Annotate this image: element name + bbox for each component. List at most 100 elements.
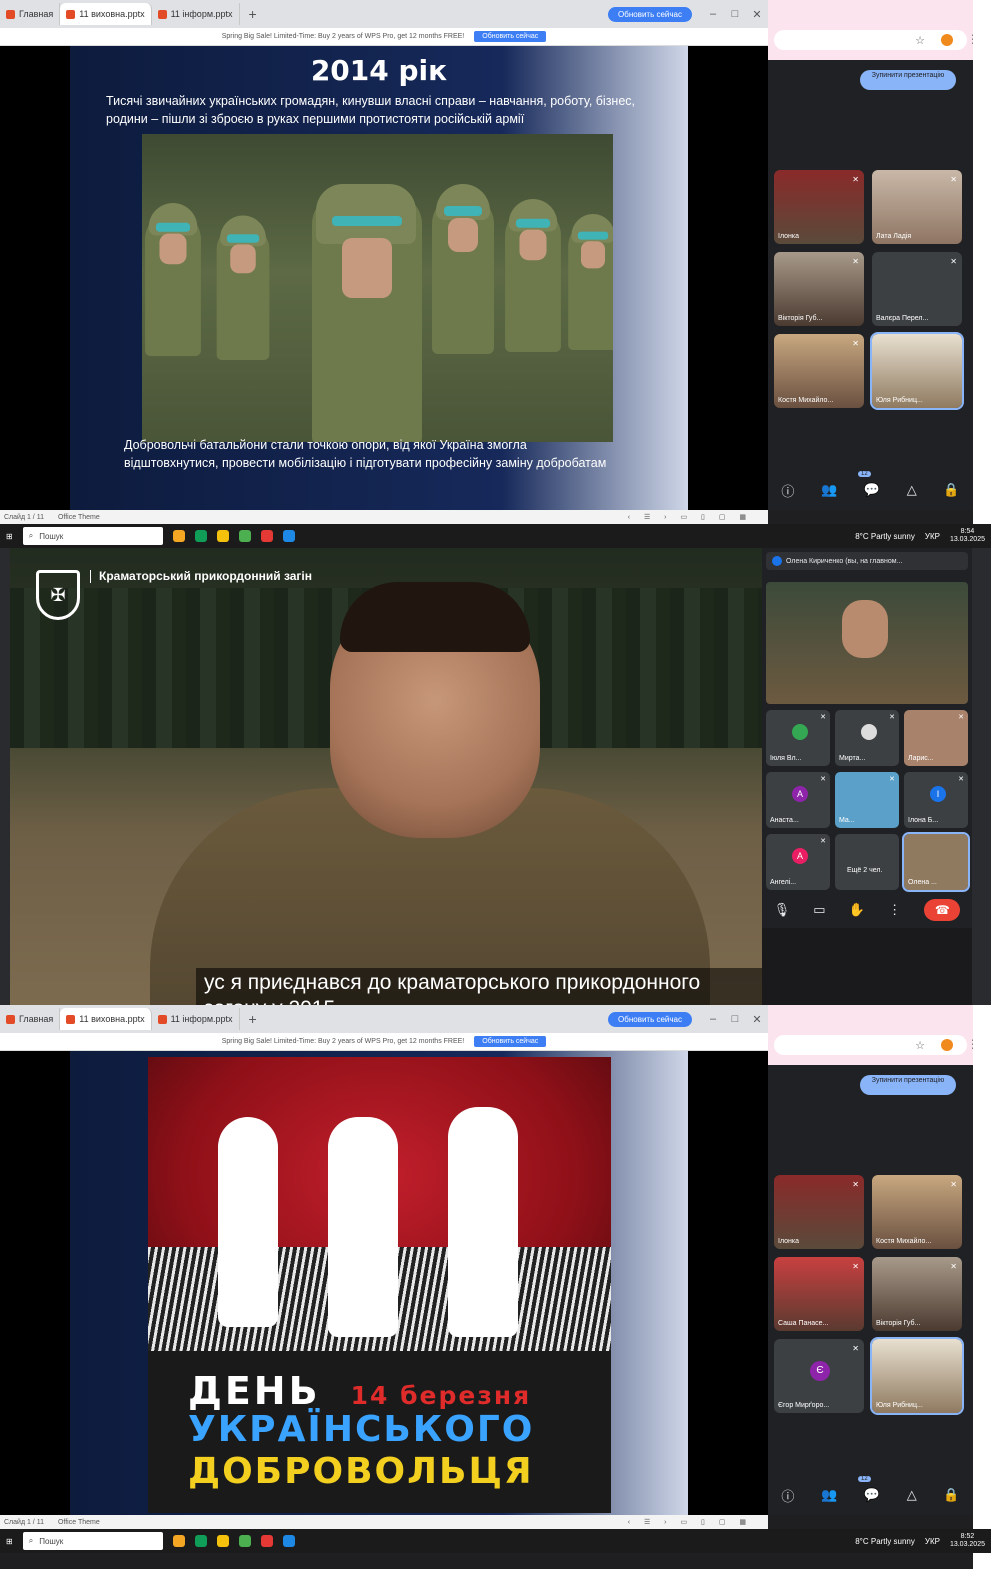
activities-icon[interactable]: △: [907, 482, 917, 498]
wps-icon[interactable]: [260, 1535, 273, 1547]
camera-icon[interactable]: ▭: [813, 902, 825, 918]
meet-panel: Зупинити презентацію ✕ Ілонка ✕ Лата Ладія…: [768, 60, 973, 510]
windows-start-icon[interactable]: ⊞: [6, 1537, 13, 1546]
store-icon[interactable]: [238, 530, 251, 542]
windows-start-icon[interactable]: ⊞: [6, 532, 13, 541]
participant-tile[interactable]: ✕ Вікторія Губ...: [872, 1257, 962, 1331]
shield-icon: ✠: [36, 570, 80, 620]
mic-off-icon: ✕: [852, 1180, 859, 1189]
participant-tile[interactable]: ✕ Ма...: [835, 772, 899, 828]
tab-label: 11 інформ.pptx: [170, 1014, 233, 1024]
promo-text: Spring Big Sale! Limited-Time: Buy 2 yea…: [221, 1038, 465, 1045]
wps-icon[interactable]: [260, 530, 273, 542]
tab-presentation-1[interactable]: 11 виховна.pptx: [60, 1008, 152, 1030]
window-edge: [973, 0, 991, 548]
participant-tile[interactable]: І ✕ Ілона Б...: [904, 772, 968, 828]
close-button[interactable]: ✕: [746, 8, 768, 21]
chat-icon[interactable]: 💬: [864, 1487, 880, 1503]
participant-tile[interactable]: ✕ Ілонка: [774, 1175, 864, 1249]
address-bar[interactable]: [774, 30, 967, 50]
participant-tile[interactable]: ✕ Ілонка: [774, 170, 864, 244]
raise-hand-icon[interactable]: ✋: [849, 902, 865, 918]
maximize-button[interactable]: □: [724, 8, 746, 20]
call-controls: 🎙 ▭ ✋ ⋮ ☎: [762, 894, 972, 926]
taskbar-search[interactable]: ⌕ Пошук: [22, 527, 163, 545]
meet-toolbar: ⓘ 👥 12 💬 △ 🔒: [768, 1475, 973, 1515]
participant-tile[interactable]: ✕ Мирта...: [835, 710, 899, 766]
more-participants-tile[interactable]: Ещё 2 чел.: [835, 834, 899, 890]
chrome-icon[interactable]: [282, 530, 295, 542]
tab-home[interactable]: Главная: [0, 1008, 61, 1030]
chat-icon[interactable]: 💬: [864, 482, 880, 498]
more-options-icon[interactable]: ⋮: [888, 902, 901, 918]
address-bar[interactable]: [774, 1035, 967, 1055]
people-icon[interactable]: 👥: [821, 482, 837, 498]
activities-icon[interactable]: △: [907, 1487, 917, 1503]
chrome-icon[interactable]: [282, 1535, 295, 1547]
participant-tile[interactable]: А ✕ Анаста...: [766, 772, 830, 828]
poster-word-ukrainian: УКРАЇНСЬКОГО: [188, 1409, 535, 1450]
presentation-preview[interactable]: [766, 582, 968, 704]
participant-tile[interactable]: ✕ Костя Михайло...: [774, 334, 864, 408]
view-controls[interactable]: ‹ ☰ › ▭ ▯ ▢ ▦: [628, 1518, 752, 1526]
clock[interactable]: 8:52 13.03.2025: [950, 1533, 985, 1549]
stop-presentation-button[interactable]: Зупинити презентацію: [860, 1075, 956, 1095]
close-button[interactable]: ✕: [746, 1013, 768, 1026]
minimize-button[interactable]: –: [702, 1013, 724, 1025]
promo-button[interactable]: Обновить сейчас: [474, 31, 547, 42]
star-icon[interactable]: ☆: [915, 1039, 925, 1052]
edge-icon[interactable]: [194, 1535, 207, 1547]
tab-presentation-2[interactable]: 11 інформ.pptx: [152, 1008, 240, 1030]
self-tile[interactable]: Олена ...: [902, 832, 970, 892]
view-controls[interactable]: ‹ ☰ › ▭ ▯ ▢ ▦: [628, 513, 752, 521]
promo-button[interactable]: Обновить сейчас: [474, 1036, 547, 1047]
maximize-button[interactable]: □: [724, 1013, 746, 1025]
info-icon[interactable]: ⓘ: [781, 481, 794, 500]
info-icon[interactable]: ⓘ: [781, 1486, 794, 1505]
language-indicator[interactable]: УКР: [925, 1537, 940, 1546]
mic-icon[interactable]: 🎙: [774, 902, 791, 918]
profile-icon[interactable]: [941, 34, 953, 46]
tab-presentation-1[interactable]: 11 виховна.pptx: [60, 3, 152, 25]
upgrade-button[interactable]: Обновить сейчас: [608, 1011, 692, 1027]
new-tab-button[interactable]: +: [240, 1011, 266, 1027]
store-icon[interactable]: [238, 1535, 251, 1547]
profile-icon[interactable]: [941, 1039, 953, 1051]
lock-icon[interactable]: 🔒: [943, 1487, 959, 1503]
participant-tile[interactable]: ✕ Вікторія Губ...: [774, 252, 864, 326]
star-icon[interactable]: ☆: [915, 34, 925, 47]
participant-tile-active[interactable]: Юля Рибниц...: [870, 332, 964, 410]
participant-tile[interactable]: ✕ Валєра Перел...: [872, 252, 962, 326]
new-tab-button[interactable]: +: [240, 6, 266, 22]
minimize-button[interactable]: –: [702, 8, 724, 20]
tab-home[interactable]: Главная: [0, 3, 61, 25]
browser-chrome-side: ☆ ⋮: [768, 0, 991, 60]
video-subtitle: ус я приєднався до краматорського прикор…: [196, 968, 762, 1005]
edge-icon[interactable]: [194, 530, 207, 542]
lock-icon[interactable]: 🔒: [943, 482, 959, 498]
taskbar-search[interactable]: ⌕ Пошук: [22, 1532, 163, 1550]
folder-icon[interactable]: [216, 1535, 229, 1547]
language-indicator[interactable]: УКР: [925, 532, 940, 541]
participant-tile[interactable]: ✕ Лата Ладія: [872, 170, 962, 244]
people-icon[interactable]: 👥: [821, 1487, 837, 1503]
upgrade-button[interactable]: Обновить сейчас: [608, 6, 692, 22]
clock[interactable]: 8:54 13.03.2025: [950, 528, 985, 544]
folder-icon[interactable]: [216, 530, 229, 542]
weather-label: 8°C Partly sunny: [855, 531, 915, 541]
participant-tile[interactable]: Є ✕ Єгор Мирґоро...: [774, 1339, 864, 1413]
figure-soldier: [328, 1117, 398, 1337]
mic-off-icon: ✕: [852, 1344, 859, 1353]
participant-tile[interactable]: ✕ Костя Михайло...: [872, 1175, 962, 1249]
participant-tile[interactable]: ✕ Ларис...: [904, 710, 968, 766]
app-icon[interactable]: [172, 1535, 185, 1547]
tab-presentation-2[interactable]: 11 інформ.pptx: [152, 3, 240, 25]
participant-tile-active[interactable]: Юля Рибниц...: [870, 1337, 964, 1415]
hang-up-button[interactable]: ☎: [924, 899, 961, 921]
browser-tab-bar: Главная 11 виховна.pptx 11 інформ.pptx +…: [0, 0, 768, 28]
stop-presentation-button[interactable]: Зупинити презентацію: [860, 70, 956, 90]
participant-tile[interactable]: А ✕ Ангелі...: [766, 834, 830, 890]
app-icon[interactable]: [172, 530, 185, 542]
participant-tile[interactable]: ✕ Іюля Вл...: [766, 710, 830, 766]
participant-tile[interactable]: ✕ Саша Панасе...: [774, 1257, 864, 1331]
